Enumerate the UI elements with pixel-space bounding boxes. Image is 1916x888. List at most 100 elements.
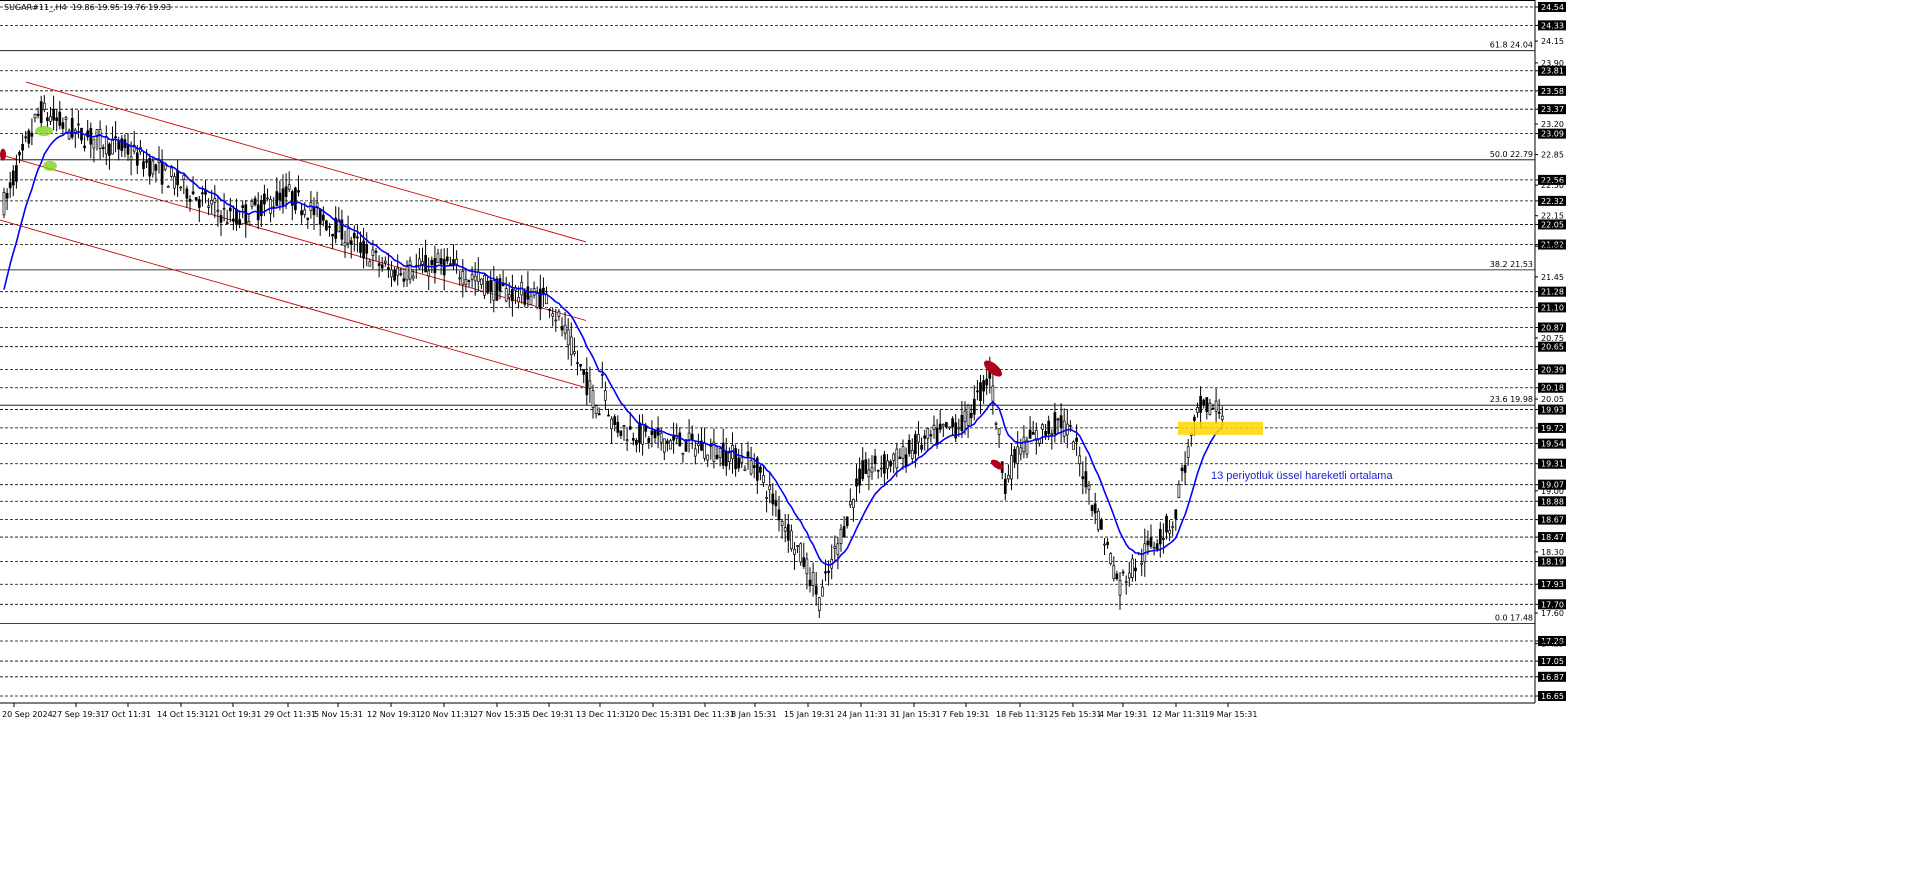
candle-body bbox=[979, 382, 982, 402]
candle-body bbox=[8, 182, 12, 189]
candle-body bbox=[191, 191, 195, 195]
candle-body bbox=[197, 199, 201, 208]
candle-body bbox=[52, 108, 55, 121]
candle-body bbox=[901, 446, 905, 459]
candle-body bbox=[836, 543, 840, 555]
candle-body bbox=[36, 113, 40, 116]
candle-body bbox=[359, 242, 362, 253]
candle-body bbox=[380, 264, 384, 269]
candle-body bbox=[371, 249, 375, 257]
candle-body bbox=[721, 442, 725, 466]
candle-body bbox=[1096, 511, 1100, 530]
candle-body bbox=[548, 308, 551, 311]
candle-body bbox=[855, 478, 858, 487]
candle-body bbox=[898, 456, 902, 460]
y-tick-label: 23.81 bbox=[1541, 67, 1564, 76]
candle-body bbox=[2, 191, 6, 216]
candle-body bbox=[1152, 546, 1156, 549]
candle-body bbox=[1220, 415, 1224, 420]
candle-body bbox=[1056, 418, 1060, 421]
candle-body bbox=[960, 414, 964, 432]
candle-body bbox=[247, 221, 251, 226]
candle-body bbox=[1217, 411, 1221, 414]
candle-body bbox=[281, 188, 285, 207]
y-tick-label: 24.54 bbox=[1541, 3, 1564, 12]
candle-body bbox=[743, 468, 747, 471]
candle-body bbox=[467, 280, 471, 282]
candle-body bbox=[1165, 515, 1168, 533]
candle-body bbox=[948, 426, 951, 429]
candle-body bbox=[58, 111, 62, 126]
candle-body bbox=[108, 143, 111, 156]
candle-body bbox=[641, 424, 644, 445]
candle-body bbox=[163, 164, 167, 170]
candle-body bbox=[1162, 538, 1165, 540]
candle-body bbox=[842, 526, 846, 538]
candle-body bbox=[27, 130, 31, 144]
candle-body bbox=[1146, 540, 1150, 546]
candle-body bbox=[669, 440, 672, 450]
candle-body bbox=[573, 351, 576, 354]
candle-body bbox=[861, 460, 865, 480]
candle-body bbox=[46, 117, 49, 122]
candle-body bbox=[873, 455, 877, 465]
candle-body bbox=[1087, 485, 1091, 490]
candle-body bbox=[1208, 402, 1212, 416]
candle-body bbox=[55, 117, 59, 121]
y-tick-label: 16.65 bbox=[1541, 692, 1564, 701]
candle-body bbox=[1081, 476, 1085, 480]
candle-body bbox=[600, 374, 604, 376]
candle-body bbox=[991, 385, 995, 402]
candle-body bbox=[538, 288, 542, 310]
y-tick-label: 23.58 bbox=[1541, 87, 1564, 96]
candle-body bbox=[238, 219, 241, 225]
candle-body bbox=[1134, 567, 1137, 572]
candle-body bbox=[867, 469, 871, 478]
candle-body bbox=[455, 258, 458, 265]
candle-body bbox=[1075, 437, 1078, 442]
candle-body bbox=[889, 461, 892, 467]
x-tick-label: 20 Dec 15:31 bbox=[629, 710, 683, 719]
candle-body bbox=[681, 452, 685, 455]
candle-body bbox=[845, 516, 849, 527]
candle-body bbox=[383, 260, 387, 264]
candle-body bbox=[250, 200, 254, 207]
candle-body bbox=[511, 288, 514, 302]
candle-body bbox=[759, 466, 762, 473]
candle-body bbox=[1155, 543, 1159, 550]
y-tick-label: 18.47 bbox=[1541, 533, 1564, 542]
candle-body bbox=[1106, 541, 1109, 546]
price-chart[interactable]: 61.8 24.04 50.0 22.79 38.2 21.53 23.6 19.98… bbox=[0, 0, 1916, 888]
candle-body bbox=[1103, 543, 1106, 546]
candle-body bbox=[1168, 530, 1171, 534]
candle-body bbox=[914, 434, 917, 455]
candle-body bbox=[452, 259, 455, 266]
candle-body bbox=[1158, 529, 1162, 545]
candle-body bbox=[554, 319, 558, 322]
candle-body bbox=[839, 528, 843, 544]
candle-body bbox=[365, 244, 369, 254]
candle-body bbox=[662, 438, 666, 453]
candle-body bbox=[117, 140, 121, 150]
candle-body bbox=[263, 193, 266, 205]
candle-body bbox=[269, 199, 272, 214]
candle-body bbox=[201, 192, 204, 195]
candle-body bbox=[219, 215, 223, 223]
candle-body bbox=[439, 258, 443, 265]
candle-body bbox=[176, 170, 179, 186]
y-tick-label: 20.65 bbox=[1541, 343, 1564, 352]
candle-body bbox=[1031, 432, 1035, 435]
candle-body bbox=[895, 448, 899, 469]
candle-body bbox=[61, 122, 65, 129]
candle-body bbox=[77, 123, 80, 126]
candle-body bbox=[287, 184, 291, 190]
candle-body bbox=[1062, 420, 1066, 437]
y-tick-label: 19.31 bbox=[1541, 460, 1564, 469]
fib-label: 38.2 21.53 bbox=[1490, 260, 1533, 269]
y-tick-label: 17.70 bbox=[1541, 600, 1564, 609]
x-tick-label: 12 Mar 11:31 bbox=[1152, 710, 1205, 719]
candle-body bbox=[594, 405, 598, 414]
candle-body bbox=[235, 208, 238, 225]
y-tick-label: 16.87 bbox=[1541, 673, 1564, 682]
candle-body bbox=[864, 459, 868, 474]
